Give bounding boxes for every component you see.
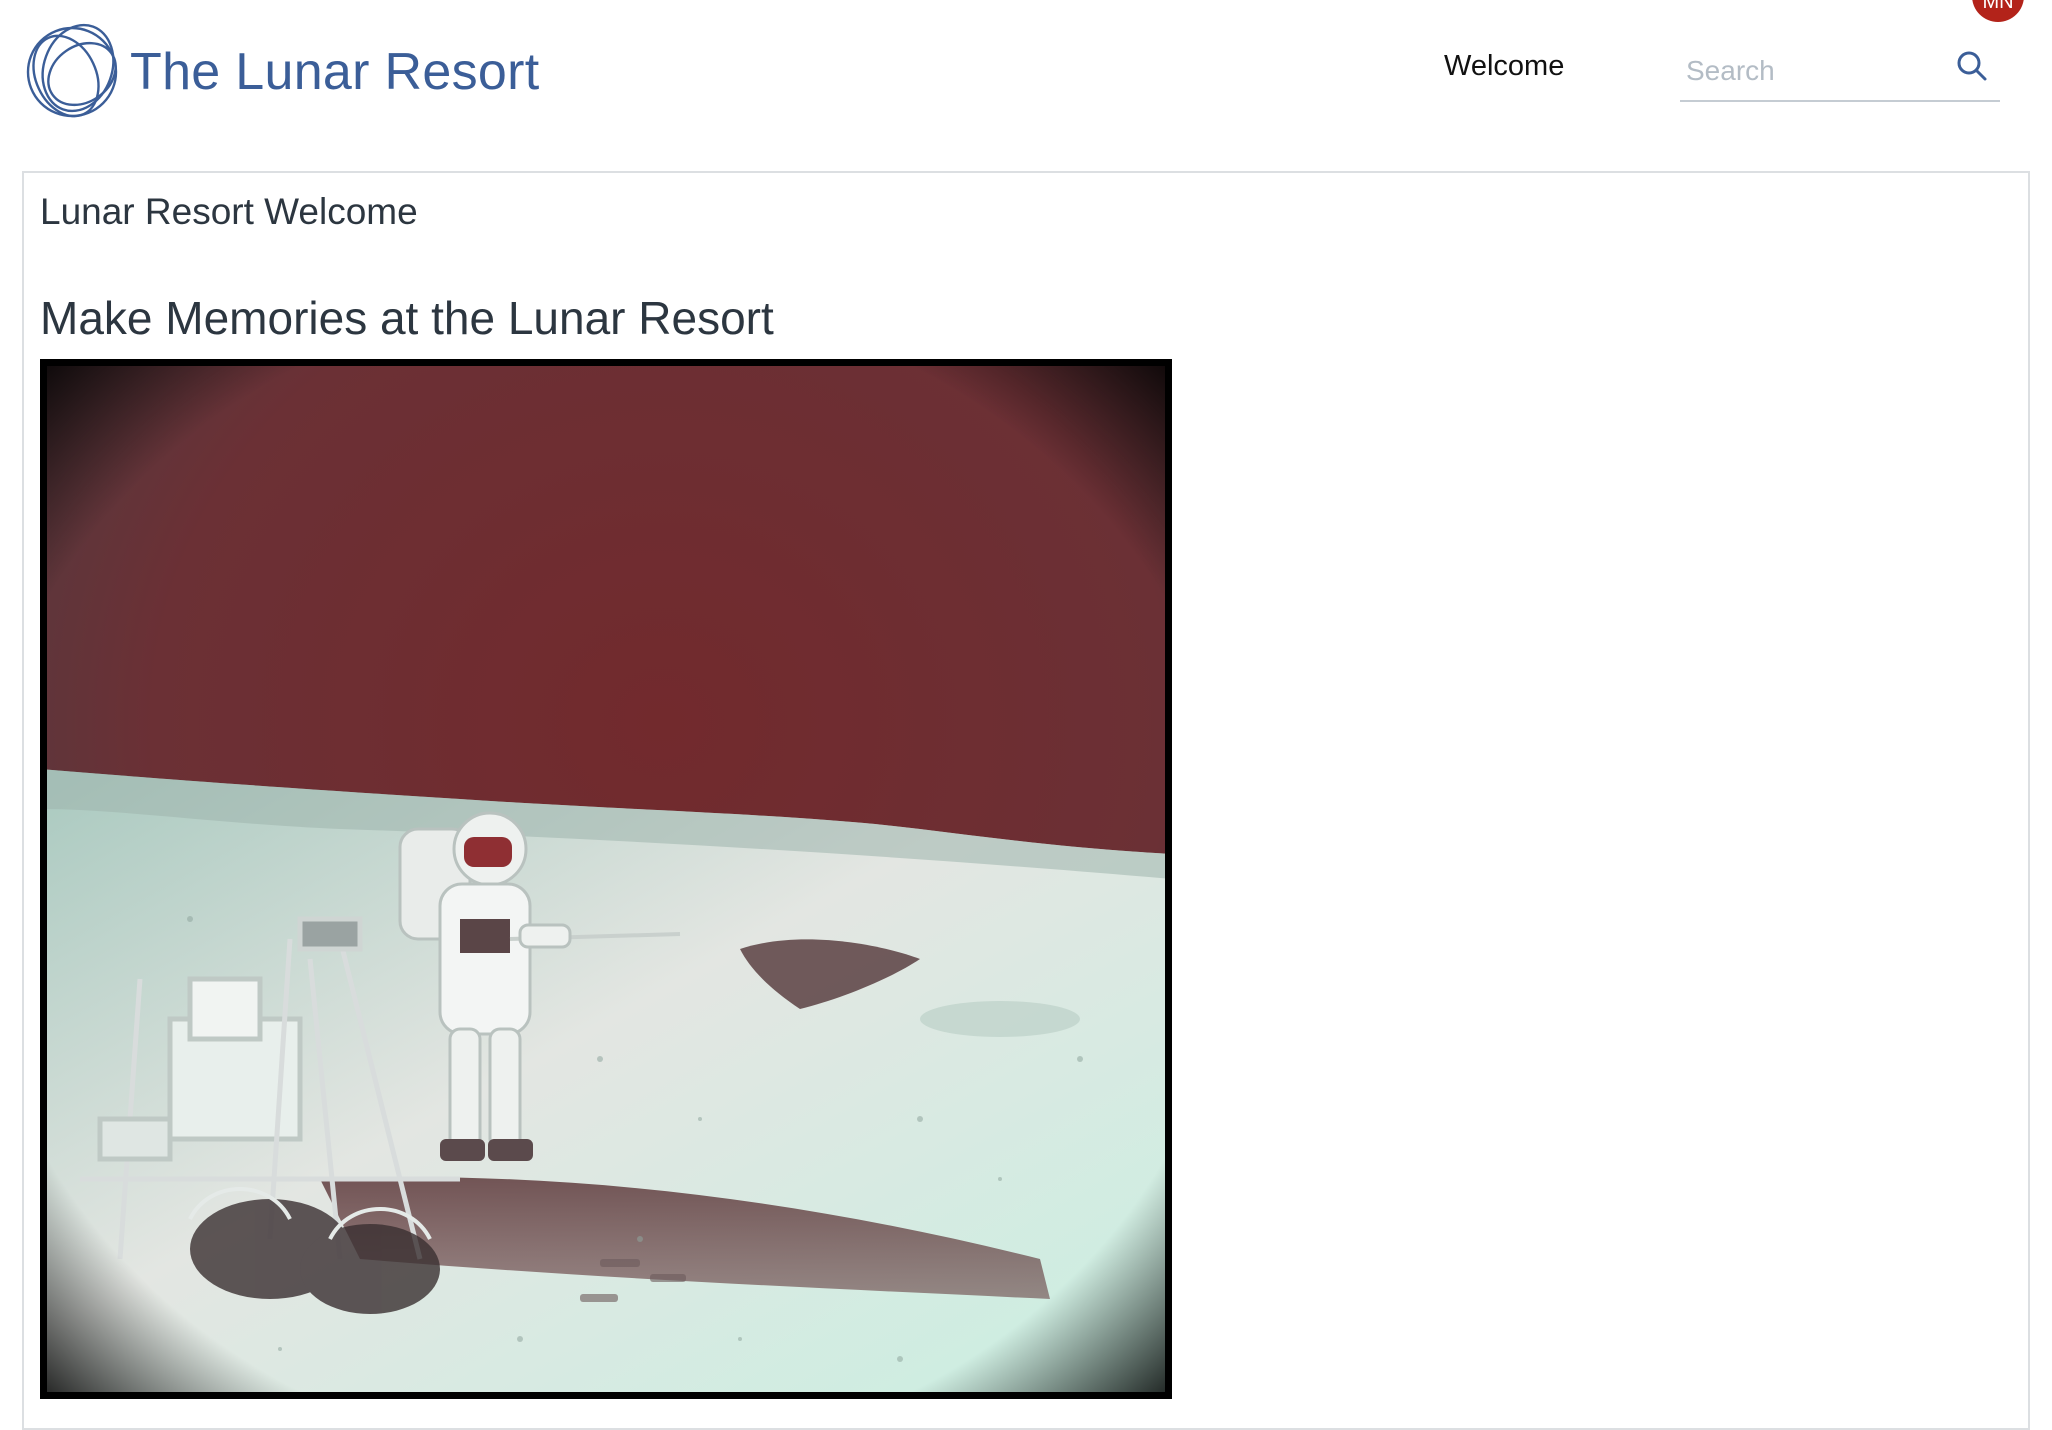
user-avatar[interactable]: MN [1972, 0, 2024, 22]
page-title: Lunar Resort Welcome [40, 191, 418, 232]
nav-link-welcome[interactable]: Welcome [1444, 50, 1564, 83]
content-panel: Lunar Resort Welcome Make Memories at th… [22, 171, 2030, 1430]
site-logo-link[interactable]: The Lunar Resort [20, 18, 539, 126]
avatar-initials: MN [1982, 0, 2014, 13]
site-header: The Lunar Resort Welcome MN [0, 0, 2052, 150]
moon-astronaut-illustration [40, 359, 1172, 1399]
page-heading: Make Memories at the Lunar Resort [40, 292, 774, 344]
brand-name: The Lunar Resort [130, 43, 540, 101]
search-bar [1680, 42, 2000, 102]
search-input[interactable] [1680, 42, 1950, 100]
hero-moon-image [40, 359, 1172, 1399]
search-icon[interactable] [1954, 48, 1990, 84]
lunar-logo-icon [26, 23, 118, 118]
